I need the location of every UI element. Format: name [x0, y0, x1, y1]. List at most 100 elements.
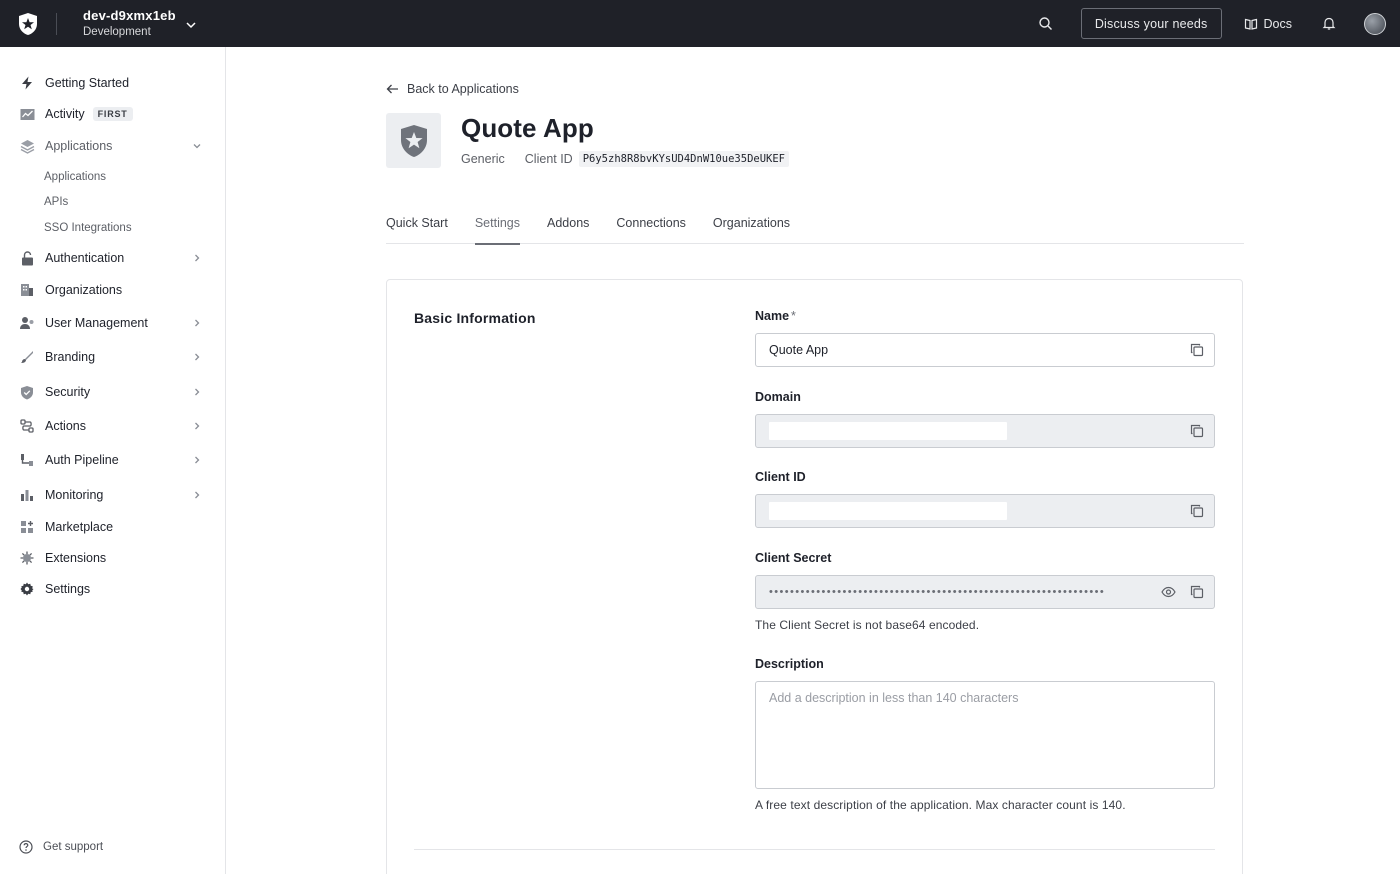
chevron-right-icon — [191, 386, 203, 401]
tab-connections[interactable]: Connections — [616, 207, 686, 244]
copy-icon[interactable] — [1190, 343, 1204, 357]
description-textarea[interactable]: Add a description in less than 140 chara… — [755, 681, 1215, 789]
help-circle-icon — [19, 840, 33, 854]
copy-icon[interactable] — [1190, 424, 1204, 438]
client-id-field[interactable] — [755, 494, 1215, 528]
gear-icon — [19, 581, 35, 597]
tab-bar: Quick Start Settings Addons Connections … — [386, 207, 1244, 245]
grid-plus-icon — [19, 519, 35, 535]
shield-icon — [19, 384, 35, 400]
sidebar-item-label: Marketplace — [45, 520, 114, 534]
get-support-link[interactable]: Get support — [19, 840, 103, 854]
description-placeholder: Add a description in less than 140 chara… — [769, 691, 1019, 705]
tenant-name: dev-d9xmx1eb — [83, 7, 176, 23]
discuss-your-needs-button[interactable]: Discuss your needs — [1080, 8, 1222, 39]
tab-settings[interactable]: Settings — [474, 207, 521, 245]
sidebar-item-label: Applications — [45, 139, 113, 153]
users-icon — [19, 315, 35, 331]
sidebar-item-authentication[interactable]: Authentication — [19, 246, 209, 270]
sidebar-item-activity[interactable]: Activity FIRST — [19, 102, 209, 126]
sidebar-item-applications[interactable]: Applications — [19, 134, 209, 158]
main-content: Back to Applications Quote App Generic C… — [227, 47, 1400, 874]
app-type: Generic — [461, 152, 505, 166]
first-badge: FIRST — [92, 107, 133, 121]
client-secret-help: The Client Secret is not base64 encoded. — [755, 618, 980, 632]
sidebar-item-label: Organizations — [45, 283, 123, 297]
bar-chart-icon — [19, 487, 35, 503]
sidebar-item-marketplace[interactable]: Marketplace — [19, 515, 209, 539]
top-divider — [56, 12, 57, 35]
chevron-down-icon[interactable] — [184, 18, 198, 32]
client-id-field-label: Client ID — [755, 470, 806, 484]
eye-icon[interactable] — [1161, 585, 1176, 599]
name-label: Name * — [755, 309, 796, 323]
name-label-text: Name — [755, 309, 790, 323]
domain-field[interactable] — [755, 414, 1215, 448]
domain-label: Domain — [755, 390, 801, 404]
sidebar-item-label: Auth Pipeline — [45, 453, 119, 467]
book-icon — [1244, 17, 1258, 31]
docs-link[interactable]: Docs — [1244, 17, 1292, 31]
sidebar-item-label: Monitoring — [45, 488, 104, 502]
puzzle-gear-icon — [19, 550, 35, 566]
sidebar-item-settings[interactable]: Settings — [19, 577, 209, 601]
building-icon — [19, 282, 35, 298]
layers-icon — [19, 138, 35, 154]
sidebar-item-label: Settings — [45, 582, 91, 596]
name-field[interactable]: Quote App — [755, 333, 1215, 367]
name-value: Quote App — [769, 343, 829, 357]
activity-chart-icon — [19, 106, 35, 122]
user-avatar[interactable] — [1364, 12, 1386, 35]
client-secret-field[interactable]: ••••••••••••••••••••••••••••••••••••••••… — [755, 575, 1215, 609]
sidebar-item-user-management[interactable]: User Management — [19, 311, 209, 335]
back-to-applications-link[interactable]: Back to Applications — [386, 82, 519, 96]
sidebar-subitem-apis[interactable]: APIs — [44, 196, 68, 208]
tenant-switcher[interactable]: dev-d9xmx1eb Development — [83, 7, 176, 41]
copy-icon[interactable] — [1190, 585, 1204, 599]
lock-icon — [19, 250, 35, 266]
client-secret-mask: ••••••••••••••••••••••••••••••••••••••••… — [769, 586, 1106, 598]
sidebar-item-label: Branding — [45, 350, 96, 364]
sidebar-item-organizations[interactable]: Organizations — [19, 278, 209, 302]
tab-organizations[interactable]: Organizations — [713, 207, 790, 244]
client-id-label: Client ID — [524, 152, 573, 166]
sidebar-item-label: Actions — [45, 419, 86, 433]
chevron-right-icon — [191, 420, 203, 435]
sidebar-item-branding[interactable]: Branding — [19, 345, 209, 369]
tab-quick-start[interactable]: Quick Start — [386, 207, 448, 244]
top-bar: dev-d9xmx1eb Development Discuss your ne… — [0, 0, 1400, 47]
chevron-right-icon — [191, 489, 203, 504]
description-help: A free text description of the applicati… — [755, 798, 1126, 812]
auth0-logo-icon[interactable] — [0, 0, 56, 47]
sidebar-item-extensions[interactable]: Extensions — [19, 546, 209, 570]
sidebar-item-actions[interactable]: Actions — [19, 414, 209, 438]
sidebar-item-label: Getting Started — [45, 76, 130, 90]
client-id-value[interactable]: P6y5zh8R8bvKYsUD4DnW10ue35DeUKEF — [578, 151, 790, 167]
chevron-right-icon — [191, 454, 203, 469]
sidebar-item-label: User Management — [45, 316, 148, 330]
get-support-label: Get support — [43, 841, 104, 853]
sidebar-item-label: Activity — [45, 107, 85, 121]
bell-icon[interactable] — [1314, 9, 1344, 39]
sidebar-item-label: Security — [45, 385, 91, 399]
tab-addons[interactable]: Addons — [547, 207, 589, 244]
section-title: Basic Information — [414, 310, 536, 326]
app-logo-icon — [386, 113, 441, 168]
sidebar-item-label: Authentication — [45, 251, 125, 265]
sidebar-subitem-sso-integrations[interactable]: SSO Integrations — [44, 222, 132, 234]
app-meta: Generic Client ID P6y5zh8R8bvKYsUD4DnW10… — [461, 151, 790, 167]
copy-icon[interactable] — [1190, 504, 1204, 518]
tenant-environment: Development — [83, 25, 151, 38]
sidebar-item-getting-started[interactable]: Getting Started — [19, 71, 209, 95]
sidebar-item-security[interactable]: Security — [19, 380, 209, 404]
search-icon[interactable] — [1031, 9, 1061, 39]
sidebar-item-auth-pipeline[interactable]: Auth Pipeline — [19, 448, 209, 472]
flow-icon — [19, 418, 35, 434]
section-divider — [414, 849, 1215, 850]
sidebar-subitem-applications[interactable]: Applications — [44, 171, 106, 183]
chevron-right-icon — [191, 317, 203, 332]
basic-information-card: Basic Information Name * Quote App Domain… — [386, 279, 1243, 874]
page-title: Quote App — [461, 113, 594, 143]
brush-icon — [19, 349, 35, 365]
sidebar-item-monitoring[interactable]: Monitoring — [19, 483, 209, 507]
